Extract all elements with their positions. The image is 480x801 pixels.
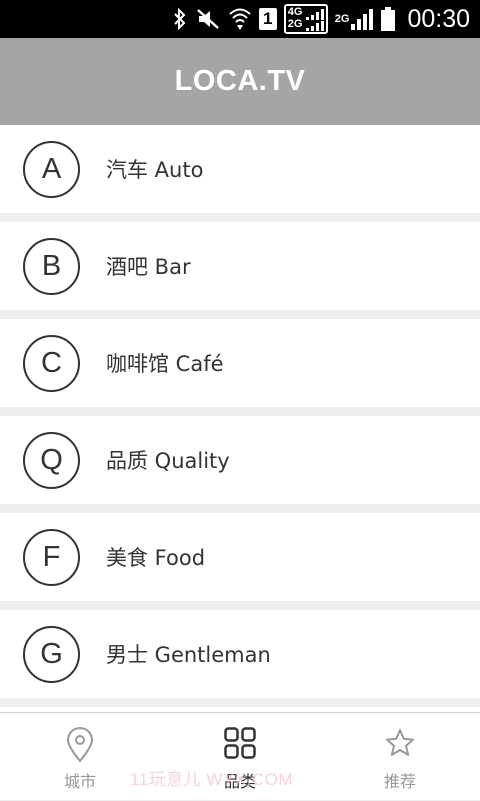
category-label: 美食 Food [106, 546, 206, 570]
category-item-gentleman[interactable]: G 男士 Gentleman [0, 610, 480, 698]
category-label: 男士 Gentleman [106, 643, 271, 667]
signal-bars-icon [305, 9, 324, 31]
category-letter-badge: F [23, 528, 80, 586]
tab-recommend[interactable]: 推荐 [320, 713, 480, 801]
clock: 00:30 [407, 4, 470, 33]
category-label: 品质 Quality [106, 449, 230, 473]
tab-city[interactable]: 城市 [0, 713, 160, 801]
network-type-badge: 4G 2G [283, 4, 328, 34]
bluetooth-icon [172, 7, 188, 31]
bottom-nav: 城市 品类 推荐 [0, 712, 480, 800]
status-icons: 1 4G 2G 2G 00:30 [172, 0, 470, 38]
tab-category[interactable]: 品类 [160, 713, 320, 801]
app-bar: LOCA.TV [0, 38, 480, 125]
wifi-icon [228, 6, 252, 32]
category-item-bar[interactable]: B 酒吧 Bar [0, 222, 480, 310]
location-pin-icon [0, 727, 160, 763]
battery-icon [380, 6, 396, 32]
category-item-food[interactable]: F 美食 Food [0, 513, 480, 601]
grid-icon [160, 727, 320, 759]
tab-recommend-label: 推荐 [383, 772, 416, 791]
category-item-cafe[interactable]: C 咖啡馆 Café [0, 319, 480, 407]
tab-category-label: 品类 [223, 772, 256, 791]
tab-city-label: 城市 [63, 772, 96, 791]
network-2g-label: 2G [334, 13, 350, 25]
category-label: 酒吧 Bar [106, 255, 191, 279]
app-title: LOCA.TV [174, 65, 306, 97]
category-label: 咖啡馆 Café [106, 352, 224, 376]
category-letter-badge: G [23, 625, 80, 683]
category-item-auto[interactable]: A 汽车 Auto [0, 125, 480, 213]
category-letter-badge: A [23, 140, 80, 198]
category-item-quality[interactable]: Q 品质 Quality [0, 416, 480, 504]
category-label: 汽车 Auto [106, 158, 204, 182]
signal-icon [351, 8, 374, 30]
category-letter-badge: C [23, 334, 80, 392]
category-letter-badge: B [23, 237, 80, 295]
mute-icon [195, 7, 221, 31]
star-icon [320, 727, 480, 759]
sim-icon: 1 [258, 8, 277, 30]
status-bar: 1 4G 2G 2G 00:30 [0, 0, 480, 38]
category-letter-badge: Q [23, 431, 80, 489]
